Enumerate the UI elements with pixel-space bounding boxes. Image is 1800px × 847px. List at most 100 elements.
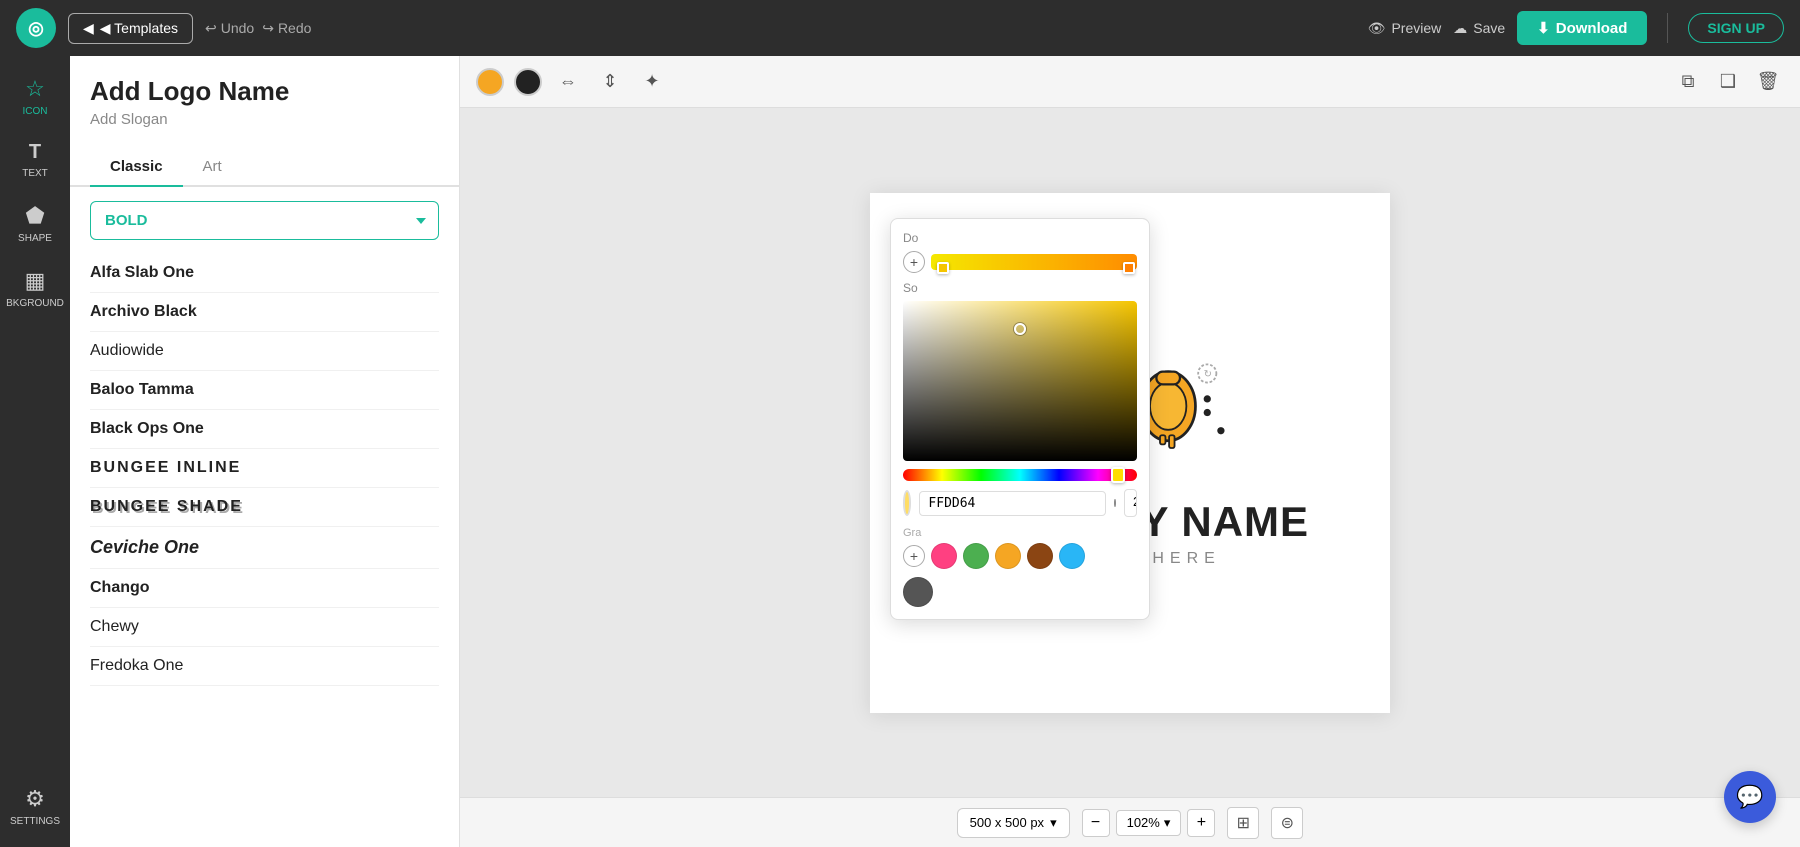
gradient-strip[interactable]: [931, 254, 1137, 270]
bkground-icon: ▦: [25, 268, 46, 294]
download-button[interactable]: ⬇ Download: [1517, 11, 1647, 45]
magic-icon[interactable]: ✦: [636, 66, 668, 98]
svg-text:↻: ↻: [1204, 369, 1212, 380]
sidebar-label-settings: SETTINGS: [10, 816, 60, 827]
signup-button[interactable]: SIGN UP: [1688, 13, 1784, 43]
canvas-area: ⇔ ⇕ ✦ ⧉ ❑ 🗑: [460, 56, 1800, 847]
swatch-green[interactable]: [963, 543, 989, 569]
panel-title: Add Logo Name: [90, 76, 439, 107]
swatch-pink[interactable]: [931, 543, 957, 569]
text-icon: T: [29, 141, 41, 164]
templates-label: ◀ Templates: [100, 20, 178, 37]
swatch-orange[interactable]: [995, 543, 1021, 569]
swatch-blue[interactable]: [1059, 543, 1085, 569]
extra-swatch-row: [903, 577, 1137, 607]
hue-strip[interactable]: [903, 469, 1137, 481]
color-preview-circle: [903, 490, 911, 516]
chat-icon: 💬: [1736, 784, 1763, 810]
opacity-value: 270: [1125, 490, 1137, 516]
opacity-spinbox: 270 ▲ ▼: [1124, 489, 1137, 517]
canvas-bottom: 500 x 500 px ▾ − 102% ▾ + ⊞ ⊜: [460, 797, 1800, 847]
gradient-bar-row: +: [903, 251, 1137, 273]
sidebar-icons: ☆ ICON T TEXT ⬟ SHAPE ▦ BKGROUND ⚙ SETTI…: [0, 56, 70, 847]
swatch-dark[interactable]: [903, 577, 933, 607]
canvas-toolbar: ⇔ ⇕ ✦ ⧉ ❑ 🗑: [460, 56, 1800, 108]
sidebar-item-shape[interactable]: ⬟ SHAPE: [4, 193, 66, 254]
topbar: ◎ ◀ ◀ Templates ↩ Undo ↪ Redo 👁 Preview …: [0, 0, 1800, 56]
font-list: Alfa Slab One Archivo Black Audiowide Ba…: [70, 254, 459, 847]
tab-classic[interactable]: Classic: [90, 148, 183, 187]
sidebar-item-settings[interactable]: ⚙ SETTINGS: [4, 776, 66, 837]
zoom-controls: − 102% ▾ +: [1082, 809, 1216, 837]
size-dropdown-icon: ▾: [1050, 815, 1057, 831]
left-panel: Add Logo Name Add Slogan Classic Art BOL…: [70, 56, 460, 847]
divider: [1667, 13, 1668, 43]
font-item-chewy[interactable]: Chewy: [90, 608, 439, 647]
font-style-dropdown[interactable]: BOLD REGULAR ITALIC: [90, 201, 439, 240]
align-button[interactable]: ⊜: [1271, 807, 1303, 839]
layers-icon[interactable]: ⧉: [1672, 66, 1704, 98]
zoom-value[interactable]: 102% ▾: [1116, 810, 1182, 836]
duplicate-icon[interactable]: ❑: [1712, 66, 1744, 98]
spectrum-cursor: [1014, 323, 1026, 335]
back-icon: ◀: [83, 20, 94, 37]
delete-icon[interactable]: 🗑: [1752, 66, 1784, 98]
sidebar-item-icon[interactable]: ☆ ICON: [4, 66, 66, 127]
star-icon: ☆: [25, 76, 45, 102]
redo-button[interactable]: ↪ Redo: [262, 20, 311, 37]
redo-icon: ↪: [262, 20, 274, 37]
add-swatch-button[interactable]: +: [903, 545, 925, 567]
font-item-alfa-slab[interactable]: Alfa Slab One: [90, 254, 439, 293]
sidebar-label-shape: SHAPE: [18, 233, 52, 244]
font-item-bungee-shade[interactable]: BUNGEE SHADE: [90, 488, 439, 527]
dot-separator: [1114, 499, 1116, 507]
app-logo[interactable]: ◎: [16, 8, 56, 48]
gradient-handle-right[interactable]: [1123, 262, 1135, 274]
sidebar-label-icon: ICON: [23, 106, 48, 117]
grid-button[interactable]: ⊞: [1227, 807, 1259, 839]
sidebar-item-text[interactable]: T TEXT: [4, 131, 66, 189]
font-item-baloo-tamma[interactable]: Baloo Tamma: [90, 371, 439, 410]
secondary-color-swatch[interactable]: [514, 68, 542, 96]
undo-icon: ↩: [205, 20, 217, 37]
flip-v-icon[interactable]: ⇕: [594, 66, 626, 98]
undo-button[interactable]: ↩ Undo: [205, 20, 254, 37]
dropdown-row: BOLD REGULAR ITALIC: [70, 187, 459, 254]
templates-button[interactable]: ◀ ◀ Templates: [68, 13, 193, 44]
flip-h-icon[interactable]: ⇔: [552, 66, 584, 98]
gradient-handle-left[interactable]: [937, 262, 949, 274]
font-item-audiowide[interactable]: Audiowide: [90, 332, 439, 371]
sidebar-label-bkground: BKGROUND: [6, 298, 64, 309]
hex-input[interactable]: [919, 491, 1106, 516]
font-item-ceviche-one[interactable]: Ceviche One: [90, 527, 439, 569]
save-button[interactable]: ☁ Save: [1453, 20, 1505, 37]
size-selector[interactable]: 500 x 500 px ▾: [957, 808, 1070, 838]
panel-header: Add Logo Name Add Slogan: [70, 56, 459, 138]
color-picker-popup: Do + So: [890, 218, 1150, 620]
color-spectrum[interactable]: [903, 301, 1137, 461]
canvas-content[interactable]: P ↻: [460, 108, 1800, 797]
download-icon: ⬇: [1537, 19, 1550, 37]
picker-section-do: Do: [903, 231, 1137, 245]
swatches-row: +: [903, 543, 1137, 569]
font-item-black-ops[interactable]: Black Ops One: [90, 410, 439, 449]
font-item-chango[interactable]: Chango: [90, 569, 439, 608]
size-label: 500 x 500 px: [970, 815, 1044, 830]
hue-handle: [1111, 467, 1125, 483]
font-item-archivo-black[interactable]: Archivo Black: [90, 293, 439, 332]
zoom-out-button[interactable]: −: [1082, 809, 1110, 837]
sidebar-item-bkground[interactable]: ▦ BKGROUND: [4, 258, 66, 319]
preview-button[interactable]: 👁 Preview: [1368, 20, 1442, 37]
sidebar-label-text: TEXT: [22, 168, 48, 179]
add-gradient-stop-button[interactable]: +: [903, 251, 925, 273]
font-item-bungee-inline[interactable]: BUNGEE INLINE: [90, 449, 439, 488]
zoom-chevron-icon: ▾: [1164, 815, 1171, 831]
chat-button[interactable]: 💬: [1724, 771, 1776, 823]
primary-color-swatch[interactable]: [476, 68, 504, 96]
logo-icon: ◎: [28, 18, 44, 39]
tab-art[interactable]: Art: [183, 148, 242, 187]
swatch-brown[interactable]: [1027, 543, 1053, 569]
picker-section-so: So: [903, 281, 1137, 295]
zoom-in-button[interactable]: +: [1187, 809, 1215, 837]
font-item-fredoka-one[interactable]: Fredoka One: [90, 647, 439, 686]
